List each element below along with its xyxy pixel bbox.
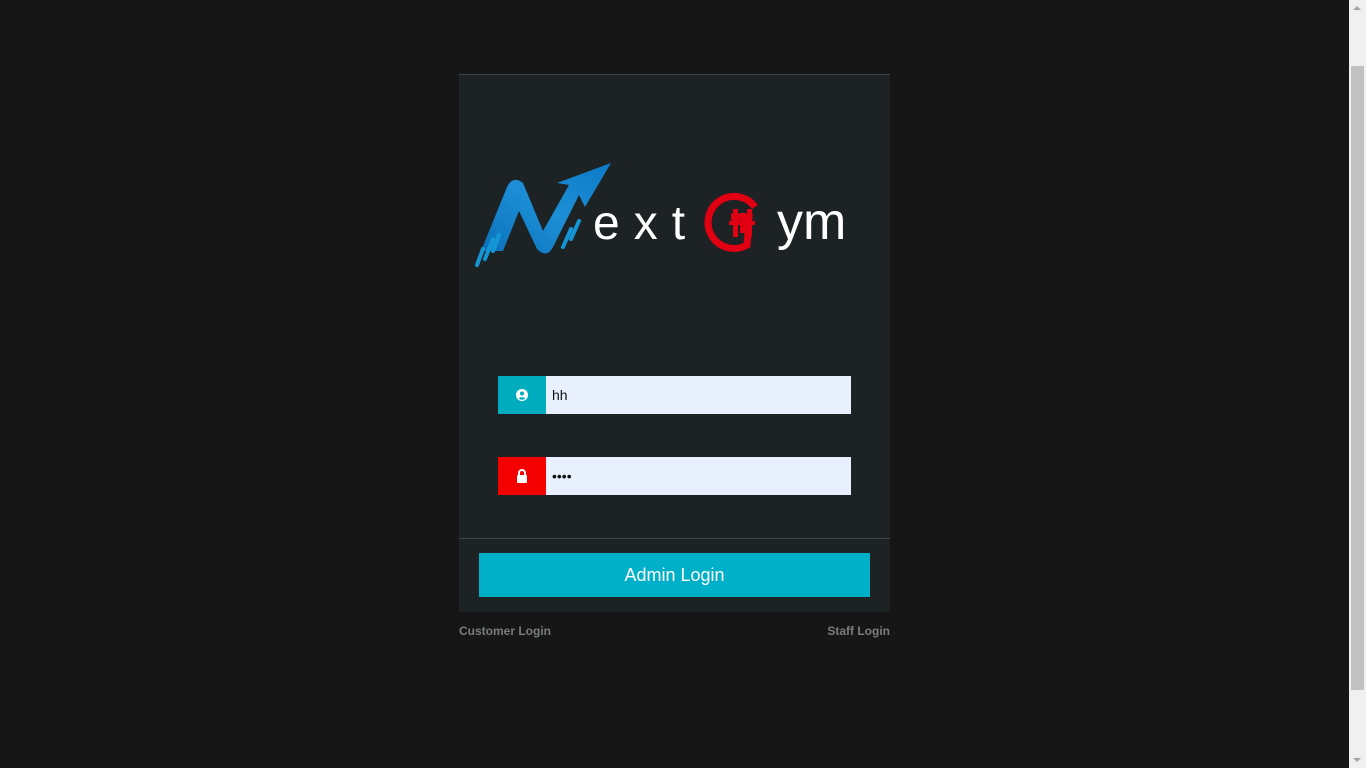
svg-text:ext: ext	[593, 197, 699, 250]
card-divider	[459, 538, 890, 539]
password-field	[498, 457, 851, 495]
password-input[interactable]	[546, 457, 851, 495]
scroll-down-icon[interactable]	[1353, 758, 1361, 762]
nextgym-logo: ext ym	[475, 163, 846, 267]
username-field	[498, 376, 851, 414]
svg-text:ym: ym	[777, 193, 846, 251]
vertical-scrollbar[interactable]	[1349, 0, 1366, 768]
customer-login-link[interactable]: Customer Login	[459, 624, 551, 638]
admin-login-button[interactable]: Admin Login	[479, 553, 870, 597]
user-circle-icon	[498, 376, 546, 414]
username-input[interactable]	[546, 376, 851, 414]
login-card: ext ym hh Admin Login	[459, 74, 890, 612]
scrollbar-thumb[interactable]	[1351, 66, 1364, 690]
alternate-login-links: Customer Login Staff Login	[459, 624, 890, 638]
scroll-up-icon[interactable]	[1353, 6, 1361, 10]
lock-icon	[498, 457, 546, 495]
staff-login-link[interactable]: Staff Login	[827, 624, 890, 638]
page: ext ym hh Admin Login Customer Login Sta…	[0, 0, 1349, 768]
